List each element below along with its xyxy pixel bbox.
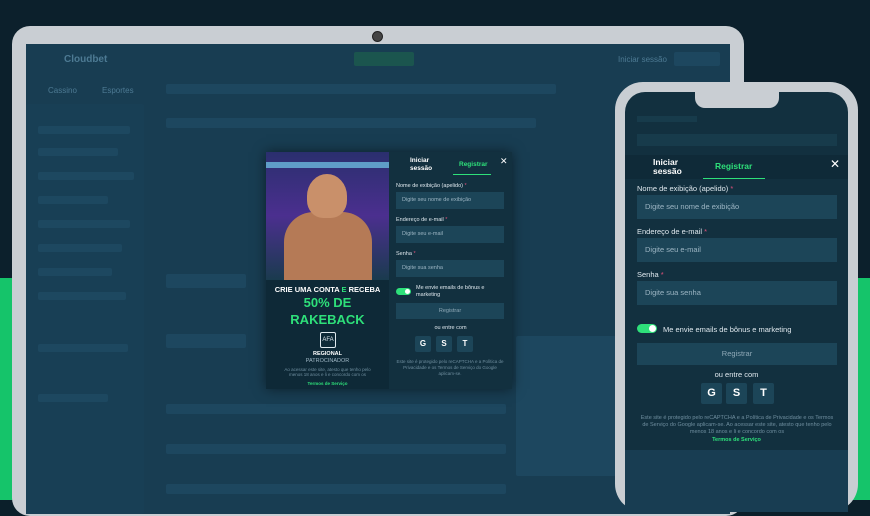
mobile-password-input[interactable]: Digite sua senha bbox=[637, 281, 837, 305]
mobile-marketing-toggle[interactable] bbox=[637, 324, 657, 333]
close-icon[interactable]: ✕ bbox=[830, 157, 840, 171]
promo-offer-2: RAKEBACK bbox=[290, 312, 365, 327]
tab-register[interactable]: Registrar bbox=[459, 161, 488, 169]
promo-terms-link[interactable]: Termos de Serviço bbox=[266, 381, 389, 386]
bg-sidebar-item bbox=[38, 344, 128, 352]
bg-tab-casino: Cassino bbox=[48, 86, 77, 95]
or-enter-with: ou entre com bbox=[434, 325, 467, 331]
camera-icon bbox=[372, 31, 383, 42]
google-icon[interactable]: G bbox=[701, 383, 722, 404]
mobile-tab-underline bbox=[703, 178, 765, 179]
desktop-register-modal: CRIE UMA CONTA E RECEBA 50% DE RAKEBACK … bbox=[266, 152, 512, 389]
email-label: Endereço de e-mail * bbox=[396, 217, 448, 223]
phone-frame: Iniciar sessão Registrar ✕ Nome de exibi… bbox=[615, 82, 858, 512]
promo-legal: Ao acessar este site, atesto que tenho p… bbox=[284, 367, 371, 377]
promo-headline: CRIE UMA CONTA E RECEBA bbox=[266, 285, 389, 294]
promo-sponsor-2: PATROCINADOR bbox=[305, 358, 350, 364]
promo-image bbox=[266, 152, 389, 280]
bg-tab-sports: Esportes bbox=[102, 86, 134, 95]
bg-register-button bbox=[674, 52, 720, 66]
password-label: Senha * bbox=[396, 251, 416, 257]
bg-logo: Cloudbet bbox=[64, 54, 108, 65]
promo-fighter-body bbox=[284, 212, 372, 280]
email-input[interactable]: Digite seu e-mail bbox=[396, 226, 504, 243]
bg-sidebar-item bbox=[38, 268, 112, 276]
mobile-tab-register[interactable]: Registrar bbox=[715, 162, 752, 171]
telegram-icon[interactable]: T bbox=[753, 383, 774, 404]
bg-sidebar-item bbox=[38, 196, 108, 204]
mobile-tab-login[interactable]: Iniciar sessão bbox=[653, 158, 693, 176]
bg-sidebar-item bbox=[38, 172, 134, 180]
promo-panel: CRIE UMA CONTA E RECEBA 50% DE RAKEBACK … bbox=[266, 152, 389, 389]
mobile-register-button[interactable]: Registrar bbox=[637, 343, 837, 365]
promo-fighter-head bbox=[307, 174, 347, 218]
bg-row bbox=[166, 404, 506, 414]
nickname-label: Nome de exibição (apelido) * bbox=[396, 183, 467, 189]
steam-icon[interactable]: S bbox=[726, 383, 747, 404]
bg-row bbox=[166, 444, 506, 454]
password-input[interactable]: Digite sua senha bbox=[396, 260, 504, 277]
bg-sidebar-item bbox=[38, 394, 108, 402]
mobile-or-enter-with: ou entre com bbox=[714, 370, 759, 379]
bg-sidebar-item bbox=[38, 126, 130, 134]
bg-sidebar-item bbox=[38, 244, 122, 252]
promo-headline-a: CRIE UMA CONTA bbox=[274, 285, 340, 294]
marketing-toggle-label: Me envie emails de bônus e marketing bbox=[416, 285, 485, 298]
marketing-toggle[interactable] bbox=[396, 288, 411, 295]
recaptcha-legal: Este site é protegido pelo reCAPTCHA e a… bbox=[396, 359, 504, 376]
bg-row bbox=[166, 484, 506, 494]
mobile-email-input[interactable]: Digite seu e-mail bbox=[637, 238, 837, 262]
promo-headline-b: E bbox=[341, 285, 347, 294]
tab-register-underline bbox=[453, 174, 491, 175]
bg-deposit-button bbox=[354, 52, 414, 66]
nickname-input[interactable]: Digite seu nome de exibição bbox=[396, 192, 504, 209]
phone-screen: Iniciar sessão Registrar ✕ Nome de exibi… bbox=[625, 92, 848, 512]
bg-nav bbox=[637, 134, 837, 146]
mobile-email-label: Endereço de e-mail * bbox=[637, 227, 708, 236]
bg-block bbox=[166, 334, 246, 348]
promo-headline-c: RECEBA bbox=[348, 285, 381, 294]
mobile-nickname-label: Nome de exibição (apelido) * bbox=[637, 184, 734, 193]
google-icon[interactable]: G bbox=[415, 336, 431, 352]
afa-logo-icon: AFA bbox=[320, 332, 336, 348]
close-icon[interactable]: ✕ bbox=[500, 156, 508, 167]
mobile-nickname-input[interactable]: Digite seu nome de exibição bbox=[637, 195, 837, 219]
bg-sidebar bbox=[26, 104, 144, 514]
register-button[interactable]: Registrar bbox=[396, 303, 504, 319]
bg-nav bbox=[166, 84, 556, 94]
mobile-marketing-label: Me envie emails de bônus e marketing bbox=[663, 325, 792, 334]
mobile-bottom-area bbox=[625, 450, 848, 512]
bg-login-link: Iniciar sessão bbox=[618, 55, 667, 64]
telegram-icon[interactable]: T bbox=[457, 336, 473, 352]
tab-login[interactable]: Iniciar sessão bbox=[410, 157, 444, 173]
bg-block bbox=[166, 274, 246, 288]
bg-sidebar-item bbox=[38, 148, 118, 156]
bg-header bbox=[637, 116, 697, 122]
desktop-register-form: Iniciar sessão Registrar ✕ Nome de exibi… bbox=[389, 152, 512, 389]
bg-sidebar-item bbox=[38, 292, 126, 300]
promo-sponsor-1: REGIONAL bbox=[312, 351, 343, 357]
bg-filter-row bbox=[166, 118, 536, 128]
phone-notch bbox=[695, 92, 779, 108]
bg-sidebar-item bbox=[38, 220, 130, 228]
bg-betslip bbox=[516, 336, 616, 476]
mobile-password-label: Senha * bbox=[637, 270, 664, 279]
mobile-legal: Este site é protegido pelo reCAPTCHA e a… bbox=[640, 415, 834, 435]
mobile-terms-link[interactable]: Termos de Serviço bbox=[625, 437, 848, 443]
promo-offer-1: 50% DE bbox=[303, 295, 352, 310]
steam-icon[interactable]: S bbox=[436, 336, 452, 352]
promo-light bbox=[266, 162, 389, 168]
